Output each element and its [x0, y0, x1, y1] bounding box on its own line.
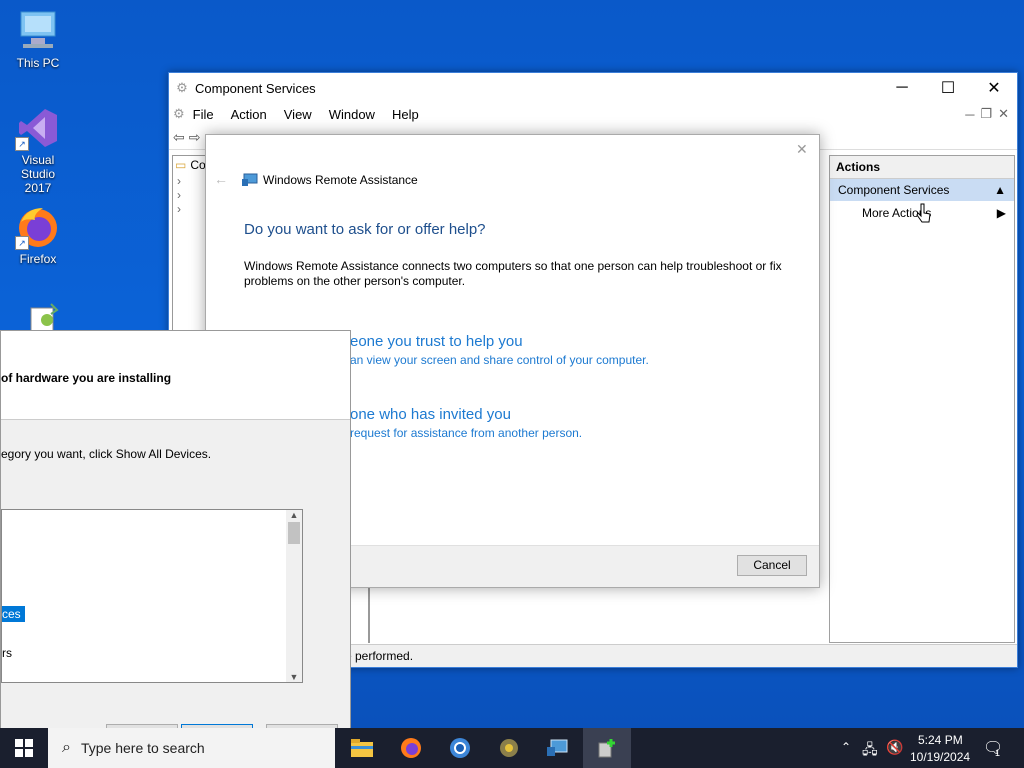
taskbar: ⌕ Type here to search ⌃ 🖧 🔇 5:24 PM 10/1…: [0, 728, 1024, 768]
this-pc-icon: [15, 8, 61, 54]
scroll-down-icon[interactable]: ▼: [286, 672, 302, 682]
tree-expand-chevron-icon[interactable]: ›: [173, 174, 209, 188]
menu-file[interactable]: File: [193, 107, 214, 122]
show-hidden-icons-icon[interactable]: ⌃: [841, 740, 851, 754]
notification-center-icon[interactable]: 🗨: [983, 738, 1003, 758]
firefox-taskbar-icon[interactable]: [387, 728, 435, 768]
search-placeholder: Type here to search: [80, 740, 205, 756]
option-invite-trusted[interactable]: eone you trust to help you an view your …: [350, 333, 750, 367]
actions-section-component-services[interactable]: Component Services ▲: [830, 179, 1014, 201]
dialog-close-icon[interactable]: ✕: [796, 141, 808, 158]
menu-app-icon: ⚙: [173, 106, 185, 121]
actions-section-label: Component Services: [838, 183, 950, 197]
desktop-icon-label: This PC: [16, 56, 60, 70]
component-services-app-icon: ⚙: [176, 80, 188, 95]
clock-time[interactable]: 5:24 PM: [918, 733, 963, 747]
forward-arrow-icon[interactable]: ⇨: [189, 129, 201, 146]
remote-assistance-taskbar-icon[interactable]: [534, 728, 582, 768]
menu-view[interactable]: View: [284, 107, 312, 122]
child-minimize-button[interactable]: ─: [965, 107, 974, 122]
desktop-icon-visual-studio[interactable]: ↗ Visual Studio 2017: [0, 105, 76, 195]
wizard-heading: of hardware you are installing: [1, 371, 172, 385]
actions-pane: Actions Component Services ▲ More Action…: [829, 155, 1015, 643]
list-item[interactable]: rs: [2, 646, 12, 660]
menu-window[interactable]: Window: [329, 107, 375, 122]
option-help-subtitle: request for assistance from another pers…: [350, 426, 583, 440]
file-explorer-taskbar-icon[interactable]: [338, 728, 386, 768]
taskbar-search-box[interactable]: ⌕ Type here to search: [48, 728, 335, 768]
minimize-button[interactable]: ─: [879, 73, 925, 103]
desktop-icon-firefox[interactable]: ↗ Firefox: [0, 204, 76, 266]
status-text: e performed.: [345, 649, 414, 663]
tree-expand-chevron-icon[interactable]: ›: [173, 188, 209, 202]
option-invite-title: eone you trust to help you: [350, 333, 523, 350]
windows-logo-icon: [15, 739, 33, 757]
network-icon[interactable]: 🖧: [862, 739, 878, 763]
shortcut-arrow-icon: ↗: [15, 236, 29, 250]
cancel-button[interactable]: Cancel: [737, 555, 807, 576]
option-help-title: one who has invited you: [350, 406, 511, 423]
back-arrow-icon[interactable]: ⇦: [173, 129, 185, 146]
dialog-back-arrow-icon[interactable]: ←: [214, 171, 228, 187]
shortcut-arrow-icon: ↗: [15, 137, 29, 151]
collapse-arrow-icon[interactable]: ▲: [994, 179, 1006, 201]
desktop-icon-label: Firefox: [19, 252, 57, 266]
wizard-instruction: egory you want, click Show All Devices.: [1, 447, 212, 461]
mouse-cursor-hand-icon: [916, 203, 932, 228]
chrome-like-taskbar-icon[interactable]: [436, 728, 484, 768]
middle-pane-border: [368, 583, 370, 643]
option-invite-subtitle: an view your screen and share control of…: [350, 353, 649, 367]
start-button[interactable]: [0, 728, 48, 768]
tree-root-label[interactable]: Co: [190, 158, 205, 172]
tree-expand-chevron-icon[interactable]: ›: [173, 202, 209, 216]
actions-header: Actions: [830, 156, 1014, 179]
visual-studio-icon: ↗: [15, 105, 61, 151]
volume-muted-icon[interactable]: 🔇: [886, 739, 903, 756]
desktop-icon-label: Visual Studio 2017: [20, 153, 56, 195]
desktop-icon-this-pc[interactable]: This PC: [0, 8, 76, 70]
notification-count-badge: 1: [995, 748, 1001, 758]
child-close-button[interactable]: ✕: [998, 106, 1009, 122]
folder-icon: ▭: [175, 158, 187, 172]
remote-assistance-icon: [242, 173, 258, 190]
add-hardware-taskbar-icon[interactable]: [583, 728, 631, 768]
list-item-selected[interactable]: ces: [2, 606, 25, 622]
scroll-thumb[interactable]: [288, 522, 300, 544]
maximize-button[interactable]: ☐: [925, 73, 971, 103]
close-button[interactable]: ✕: [971, 73, 1017, 103]
firefox-icon: ↗: [15, 204, 61, 250]
add-hardware-wizard: of hardware you are installing egory you…: [0, 330, 351, 730]
menu-help[interactable]: Help: [392, 107, 419, 122]
dialog-heading: Do you want to ask for or offer help?: [244, 221, 486, 238]
menu-action[interactable]: Action: [231, 107, 267, 122]
menu-bar: ⚙ File Action View Window Help ─ ❐ ✕: [169, 103, 1017, 125]
hardware-type-list[interactable]: ces rs ▲ ▼: [1, 509, 303, 683]
list-scrollbar[interactable]: ▲ ▼: [286, 510, 302, 682]
dialog-description: Windows Remote Assistance connects two c…: [244, 259, 782, 288]
option-help-inviter[interactable]: one who has invited you request for assi…: [350, 406, 750, 440]
search-icon: ⌕: [62, 739, 71, 756]
wizard-header: of hardware you are installing: [1, 331, 350, 420]
window-title: Component Services: [195, 80, 316, 96]
clock-date[interactable]: 10/19/2024: [910, 750, 970, 764]
dialog-title: Windows Remote Assistance: [263, 173, 418, 187]
scroll-up-icon[interactable]: ▲: [286, 510, 302, 520]
title-bar: ⚙ Component Services ─ ☐ ✕: [169, 73, 1017, 103]
submenu-arrow-icon: ▶: [996, 206, 1006, 220]
component-services-taskbar-icon[interactable]: [485, 728, 533, 768]
child-restore-button[interactable]: ❐: [980, 106, 992, 122]
